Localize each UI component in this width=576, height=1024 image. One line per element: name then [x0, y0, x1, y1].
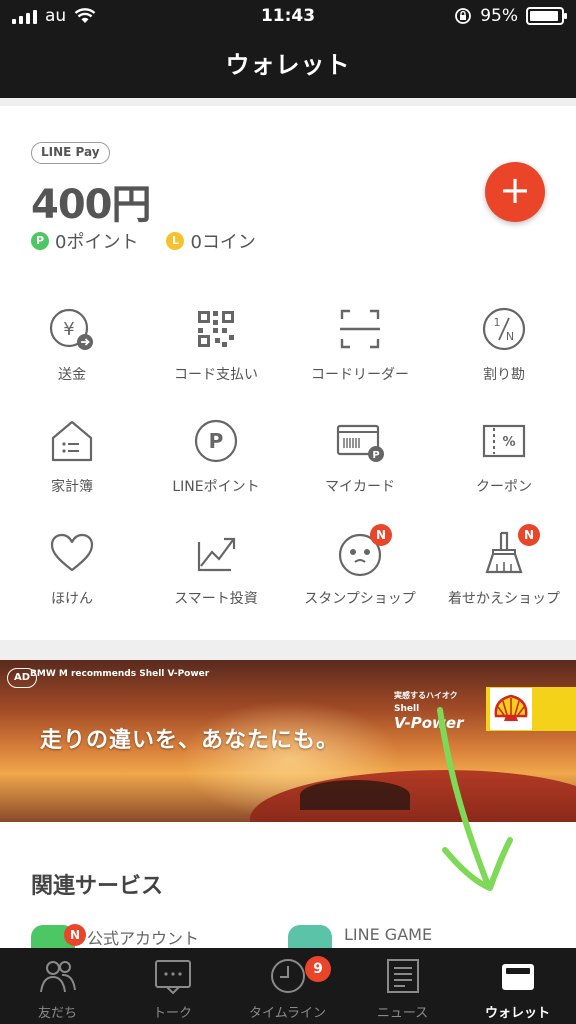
menu-label: 割り勘 [483, 367, 525, 383]
tab-label: ウォレット [484, 1006, 550, 1021]
menu-label: スタンプショップ [304, 591, 416, 607]
svg-text:%: % [502, 435, 515, 450]
tab-chat[interactable]: トーク [115, 948, 230, 1024]
service-official-account[interactable]: 公式アカウント [31, 925, 200, 969]
coin-icon: L [166, 232, 185, 250]
tab-news[interactable]: ニュース [345, 948, 460, 1024]
menu-item-my-card[interactable]: P マイカード [288, 408, 432, 520]
timeline-clock-icon [271, 959, 305, 993]
menu-label: LINEポイント [172, 479, 260, 495]
divider [0, 98, 576, 106]
friends-icon [40, 961, 76, 993]
menu-label: コード支払い [174, 367, 258, 383]
ad-header: BMW M recommends Shell V-Power [30, 669, 210, 679]
split-bill-icon: 1 N [482, 307, 526, 351]
send-money-icon: ¥ [49, 308, 93, 350]
menu-item-line-points[interactable]: P LINEポイント [144, 408, 288, 520]
shell-logo [490, 688, 532, 730]
menu-label: クーポン [476, 479, 532, 495]
tab-label: ニュース [376, 1006, 429, 1021]
ad-car-window [300, 780, 410, 810]
shell-logo-icon [494, 694, 528, 721]
line-points-icon: P [194, 419, 238, 463]
coins-value: 0コイン [190, 232, 256, 253]
point-icon: P [31, 232, 49, 250]
tab-friends[interactable]: 友だち [0, 948, 115, 1024]
new-badge: N [64, 924, 86, 946]
ad-banner[interactable]: AD BMW M recommends Shell V-Power 走りの違いを… [0, 660, 576, 822]
related-services-title: 関連サービス [31, 874, 164, 899]
coins-item[interactable]: L 0コイン [166, 228, 256, 254]
menu-item-insurance[interactable]: ほけん [0, 520, 144, 632]
menu-label: 送金 [58, 367, 86, 383]
news-icon [387, 959, 419, 993]
points-row: P 0ポイント L 0コイン [31, 228, 256, 254]
menu-label: コードリーダー [311, 367, 409, 383]
divider [0, 640, 576, 660]
tab-label: タイムライン [248, 1006, 327, 1021]
menu-item-split-bill[interactable]: 1 N 割り勘 [432, 296, 576, 408]
menu-label: スマート投資 [174, 591, 258, 607]
rotation-lock-icon [455, 8, 472, 24]
add-money-button[interactable]: + [485, 162, 545, 222]
menu-label: マイカード [325, 479, 395, 495]
svg-text:1: 1 [494, 316, 501, 329]
menu-item-code-payment[interactable]: コード支払い [144, 296, 288, 408]
tab-wallet[interactable]: ウォレット [460, 948, 575, 1024]
service-label: 公式アカウント [87, 929, 200, 948]
timeline-badge: 9 [305, 956, 331, 982]
service-line-game[interactable]: LINE GAME [288, 925, 433, 969]
smart-invest-icon [197, 537, 236, 572]
bottom-tab-bar: 友だち トーク タイムライン ニュース ウォレット [0, 948, 576, 1024]
tab-label: 友だち [37, 1006, 77, 1021]
points-value: 0ポイント [55, 232, 139, 253]
ad-brand-line2: V-Power [394, 714, 464, 732]
coupon-icon: % [482, 424, 526, 458]
menu-item-coupon[interactable]: % クーポン [432, 408, 576, 520]
menu-item-household-book[interactable]: 家計簿 [0, 408, 144, 520]
svg-text:¥: ¥ [63, 319, 74, 340]
svg-text:P: P [372, 450, 379, 461]
qr-code-icon [198, 311, 234, 347]
my-card-icon: P [336, 424, 384, 462]
status-right: 95% [454, 6, 567, 26]
tab-timeline[interactable]: タイムライン [230, 948, 345, 1024]
chat-icon [155, 960, 191, 994]
tab-label: トーク [152, 1006, 192, 1021]
ad-tagline: 実感するハイオク [394, 691, 458, 700]
ad-brand-line1: Shell [394, 704, 420, 714]
status-bar: au 11:43 95% [0, 0, 576, 34]
battery-icon [526, 7, 567, 25]
service-label: LINE GAME [344, 925, 433, 944]
new-badge: N [370, 524, 392, 546]
ad-headline: 走りの違いを、あなたにも。 [40, 728, 340, 753]
svg-text:P: P [209, 429, 224, 453]
balance-amount[interactable]: 400円 [31, 172, 151, 230]
battery-percent: 95% [480, 6, 518, 26]
menu-item-sticker-shop[interactable]: N スタンプショップ [288, 520, 432, 632]
page-title: ウォレット [0, 34, 576, 98]
line-pay-badge[interactable]: LINE Pay [31, 142, 110, 164]
household-book-icon [51, 420, 93, 462]
svg-text:N: N [506, 330, 514, 343]
menu-item-theme-shop[interactable]: N 着せかえショップ [432, 520, 576, 632]
menu-item-code-reader[interactable]: コードリーダー [288, 296, 432, 408]
new-badge: N [518, 524, 540, 546]
code-reader-icon [340, 309, 380, 349]
menu-label: 家計簿 [51, 479, 93, 495]
menu-label: ほけん [51, 591, 93, 607]
menu-label: 着せかえショップ [448, 591, 560, 607]
wallet-icon [502, 964, 534, 990]
insurance-heart-icon [50, 533, 94, 572]
menu-item-smart-invest[interactable]: スマート投資 [144, 520, 288, 632]
points-item[interactable]: P 0ポイント [31, 228, 138, 254]
menu-item-send-money[interactable]: ¥ 送金 [0, 296, 144, 408]
